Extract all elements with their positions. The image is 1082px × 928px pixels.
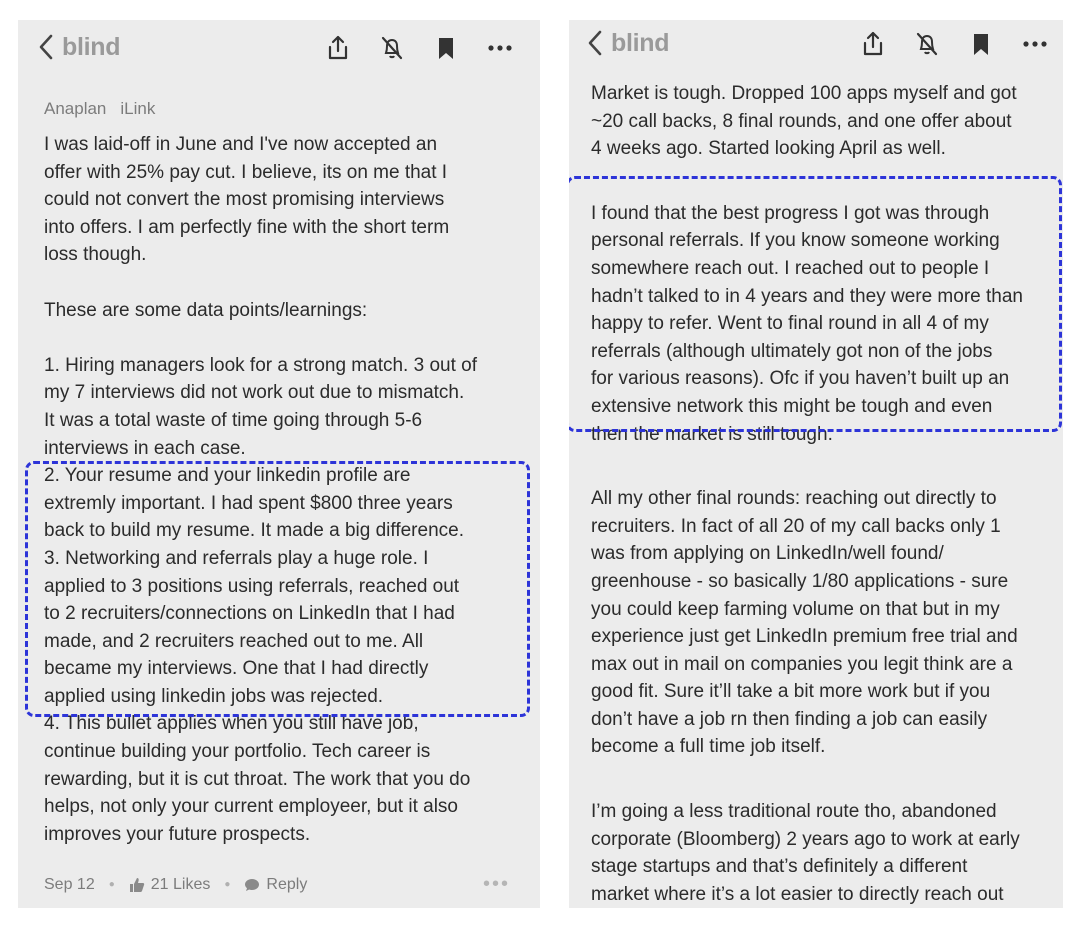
reply-button[interactable]: Reply (244, 876, 307, 894)
back-button[interactable]: blind (585, 28, 670, 58)
share-icon[interactable] (324, 34, 352, 62)
post-body: I was laid-off in June and I've now acce… (44, 131, 518, 848)
like-button[interactable]: 21 Likes (129, 875, 211, 894)
brand-logo: blind (62, 32, 121, 61)
top-nav-bar: blind (569, 20, 1063, 78)
comment-paragraph: Market is tough. Dropped 100 apps myself… (591, 83, 1017, 160)
bookmark-icon[interactable] (432, 34, 460, 62)
thumbs-up-icon (129, 877, 144, 892)
company-tag[interactable]: iLink (120, 99, 155, 118)
reply-label: Reply (266, 875, 308, 893)
bell-off-icon[interactable] (378, 34, 406, 62)
chevron-left-icon (39, 34, 53, 60)
left-post-panel: blind Anaplan iLink I was laid-off in Jun… (18, 20, 540, 908)
post-footer: Sep 12 ● 21 Likes ● Reply ••• (44, 873, 510, 896)
comment-body: Market is tough. Dropped 100 apps myself… (591, 80, 1045, 908)
more-options-icon[interactable] (1021, 30, 1049, 58)
post-paragraph: I was laid-off in June and I've now acce… (44, 134, 450, 266)
back-button[interactable]: blind (36, 32, 121, 62)
post-paragraph: These are some data points/learnings: (44, 299, 368, 321)
brand-logo: blind (611, 28, 670, 57)
company-tag[interactable]: Anaplan (44, 99, 106, 118)
share-icon[interactable] (859, 30, 887, 58)
right-post-panel: blind Market is tough. Dropped 100 apps … (569, 20, 1063, 908)
comment-paragraph: I found that the best progress I got was… (591, 202, 1023, 445)
post-paragraph: 1. Hiring managers look for a strong mat… (44, 354, 477, 845)
more-options-icon[interactable] (486, 34, 514, 62)
top-nav-bar: blind (18, 20, 540, 78)
like-count: 21 Likes (150, 875, 211, 893)
comment-paragraph: All my other final rounds: reaching out … (591, 488, 1018, 758)
post-date: Sep 12 (44, 875, 95, 893)
company-tags: Anaplan iLink (44, 99, 169, 119)
comment-icon (245, 878, 260, 891)
comment-paragraph: I’m going a less traditional route tho, … (591, 801, 1020, 905)
comment-more-icon[interactable]: ••• (483, 873, 510, 896)
bookmark-icon[interactable] (967, 30, 995, 58)
bell-off-icon[interactable] (913, 30, 941, 58)
chevron-left-icon (588, 30, 602, 56)
